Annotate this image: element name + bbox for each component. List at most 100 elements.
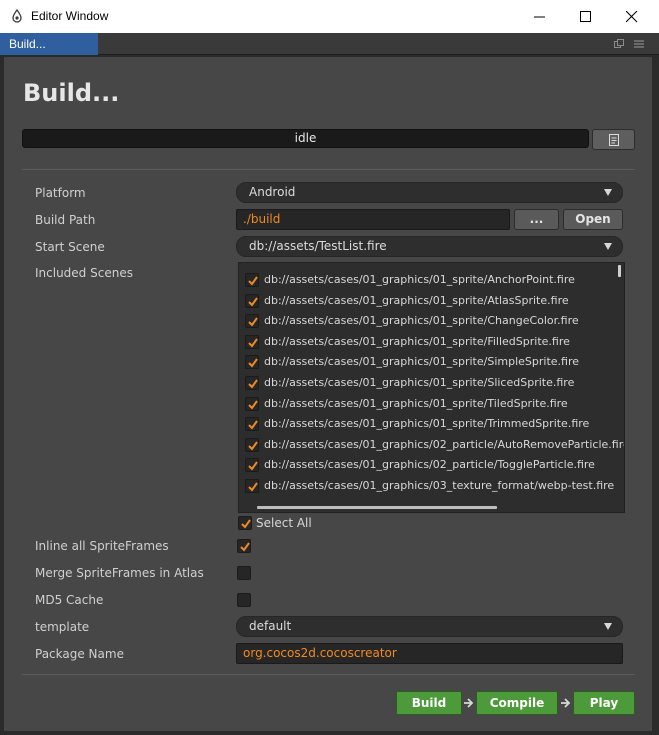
app-logo-icon	[12, 9, 22, 23]
scene-checkbox[interactable]	[245, 293, 259, 308]
inline-spriteframes-label: Inline all SpriteFrames	[35, 539, 169, 553]
package-name-label: Package Name	[35, 647, 124, 661]
maximize-icon	[580, 11, 591, 22]
scene-path: db://assets/cases/01_graphics/01_sprite/…	[264, 314, 579, 328]
window-title: Editor Window	[31, 9, 109, 23]
play-button[interactable]: Play	[573, 691, 635, 715]
platform-value: Android	[249, 185, 296, 199]
minimize-icon	[534, 16, 545, 18]
package-name-input[interactable]: org.cocos2d.cocoscreator	[236, 643, 623, 664]
scene-list-item[interactable]: db://assets/cases/01_graphics/01_sprite/…	[245, 354, 624, 372]
scene-list-item[interactable]: db://assets/cases/01_graphics/03_texture…	[245, 478, 624, 496]
checkmark-icon	[248, 420, 258, 430]
checkmark-icon	[241, 519, 251, 529]
checkmark-icon	[240, 542, 250, 552]
vertical-scrollbar[interactable]	[618, 265, 621, 277]
build-path-label: Build Path	[35, 213, 96, 227]
start-scene-select[interactable]: db://assets/TestList.fire	[236, 236, 623, 257]
build-path-input[interactable]: ./build	[236, 209, 510, 230]
compile-button[interactable]: Compile	[476, 691, 558, 715]
platform-select[interactable]: Android	[236, 182, 623, 203]
tab-build[interactable]: Build...	[0, 33, 98, 55]
build-panel: Build... idle Platform Android Build Pat…	[3, 56, 653, 732]
select-all-checkbox[interactable]	[238, 516, 252, 530]
checkmark-icon	[248, 317, 258, 327]
checkmark-icon	[248, 482, 258, 492]
template-value: default	[249, 619, 292, 633]
tab-bar: Build...	[0, 33, 659, 55]
scene-list-item[interactable]: db://assets/cases/01_graphics/01_sprite/…	[245, 293, 624, 311]
checkmark-icon	[248, 441, 258, 451]
checkmark-icon	[248, 276, 258, 286]
dropdown-caret-icon	[604, 243, 612, 250]
scene-path: db://assets/cases/01_graphics/01_sprite/…	[264, 334, 570, 348]
page-title: Build...	[23, 79, 120, 107]
menu-icon[interactable]	[633, 38, 645, 50]
scene-path: db://assets/cases/01_graphics/01_sprite/…	[264, 417, 590, 431]
merge-spriteframes-checkbox[interactable]	[237, 566, 251, 580]
merge-spriteframes-label: Merge SpriteFrames in Atlas	[35, 566, 204, 580]
dropdown-caret-icon	[604, 189, 612, 196]
popout-icon[interactable]	[613, 38, 625, 50]
close-icon	[626, 11, 638, 23]
log-icon	[609, 134, 619, 146]
scene-path: db://assets/cases/01_graphics/02_particl…	[264, 437, 625, 451]
checkmark-icon	[248, 338, 258, 348]
arrow-right-icon	[464, 698, 474, 708]
scene-checkbox[interactable]	[245, 417, 259, 432]
scene-checkbox[interactable]	[245, 273, 259, 287]
scene-list-item[interactable]: db://assets/cases/01_graphics/01_sprite/…	[245, 416, 624, 434]
divider	[22, 674, 635, 675]
close-button[interactable]	[609, 0, 655, 33]
included-scenes-label: Included Scenes	[35, 266, 133, 280]
build-button[interactable]: Build	[396, 691, 462, 715]
select-all-label: Select All	[256, 516, 312, 530]
scene-checkbox[interactable]	[245, 458, 259, 473]
open-folder-button[interactable]: Open	[563, 209, 623, 230]
title-bar: Editor Window	[0, 0, 659, 33]
md5-cache-label: MD5 Cache	[35, 593, 104, 607]
start-scene-label: Start Scene	[35, 240, 105, 254]
scene-path: db://assets/cases/01_graphics/02_particl…	[264, 458, 595, 472]
template-label: template	[35, 620, 90, 634]
scene-path: db://assets/cases/01_graphics/01_sprite/…	[264, 396, 568, 410]
browse-button[interactable]: ...	[514, 209, 559, 230]
arrow-right-icon	[561, 698, 571, 708]
scene-path: db://assets/cases/01_graphics/01_sprite/…	[264, 355, 579, 369]
scene-checkbox[interactable]	[245, 314, 259, 329]
minimize-button[interactable]	[517, 0, 563, 33]
checkmark-icon	[248, 379, 258, 389]
checkmark-icon	[248, 358, 258, 368]
inline-spriteframes-checkbox[interactable]	[237, 539, 251, 553]
scene-list-item[interactable]: db://assets/cases/01_graphics/02_particl…	[245, 457, 624, 475]
included-scenes-list[interactable]: db://assets/cases/01_graphics/01_sprite/…	[238, 262, 625, 513]
dropdown-caret-icon	[604, 623, 612, 630]
start-scene-value: db://assets/TestList.fire	[249, 239, 387, 253]
divider	[22, 169, 635, 170]
scene-list-item[interactable]: db://assets/cases/01_graphics/01_sprite/…	[245, 272, 624, 290]
checkmark-icon	[248, 400, 258, 410]
horizontal-scrollbar[interactable]	[257, 506, 497, 509]
scene-checkbox[interactable]	[245, 376, 259, 390]
scene-list-item[interactable]: db://assets/cases/01_graphics/01_sprite/…	[245, 334, 624, 352]
template-select[interactable]: default	[236, 616, 623, 637]
scene-checkbox[interactable]	[245, 437, 259, 452]
scene-list-item[interactable]: db://assets/cases/01_graphics/01_sprite/…	[245, 313, 624, 331]
scene-list-item[interactable]: db://assets/cases/01_graphics/01_sprite/…	[245, 375, 624, 393]
build-status-bar: idle	[22, 129, 589, 148]
scene-checkbox[interactable]	[245, 334, 259, 349]
open-log-button[interactable]	[592, 129, 635, 150]
scene-list-item[interactable]: db://assets/cases/01_graphics/01_sprite/…	[245, 396, 624, 414]
maximize-button[interactable]	[563, 0, 609, 33]
scene-checkbox[interactable]	[245, 355, 259, 370]
scene-list-item[interactable]: db://assets/cases/01_graphics/02_particl…	[245, 437, 625, 455]
scene-path: db://assets/cases/01_graphics/01_sprite/…	[264, 376, 575, 389]
scene-path: db://assets/cases/01_graphics/01_sprite/…	[264, 273, 575, 286]
scene-checkbox[interactable]	[245, 479, 259, 493]
scene-path: db://assets/cases/01_graphics/03_texture…	[264, 479, 615, 492]
md5-cache-checkbox[interactable]	[237, 593, 251, 607]
platform-label: Platform	[35, 186, 86, 200]
checkmark-icon	[248, 461, 258, 471]
checkmark-icon	[248, 297, 258, 307]
scene-checkbox[interactable]	[245, 396, 259, 411]
